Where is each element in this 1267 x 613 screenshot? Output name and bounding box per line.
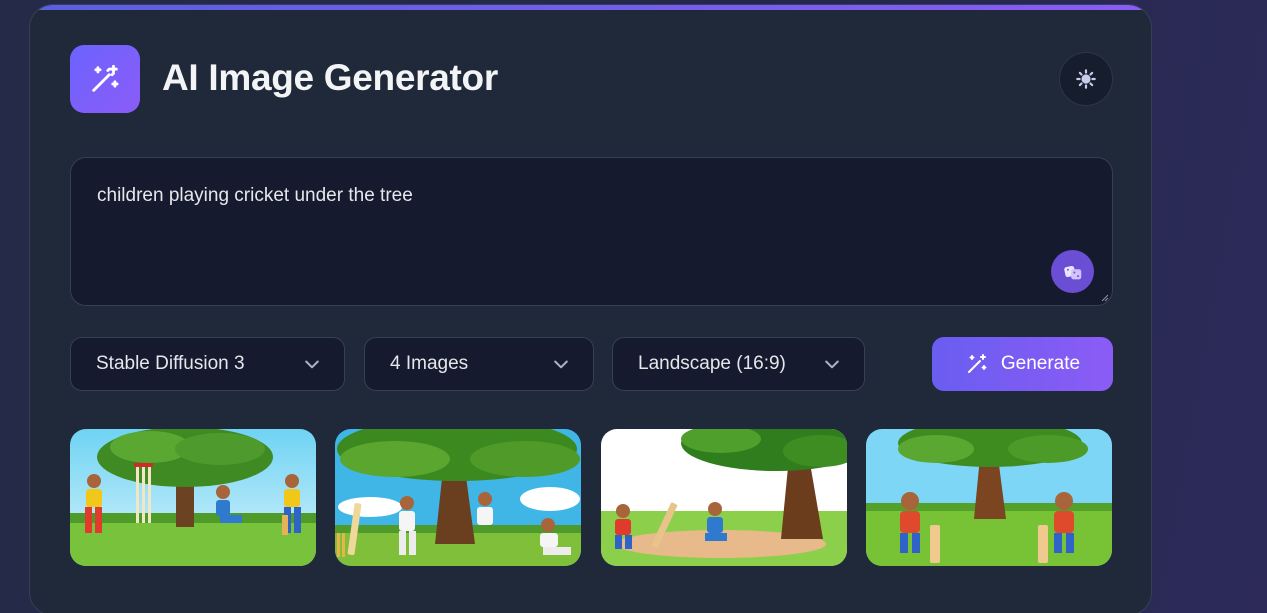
prompt-textarea[interactable]: children playing cricket under the tree — [70, 157, 1113, 306]
generated-image-4[interactable] — [866, 429, 1112, 566]
generate-button[interactable]: Generate — [932, 337, 1113, 391]
image-count-select[interactable]: 4 Images — [364, 337, 594, 391]
generated-image-1[interactable] — [70, 429, 316, 566]
theme-toggle-button[interactable] — [1059, 52, 1113, 106]
chevron-down-icon — [305, 360, 319, 369]
chevron-down-icon — [554, 360, 568, 369]
generator-card: AI Image Generator children playing cric… — [29, 4, 1152, 613]
magic-wand-icon — [967, 354, 987, 373]
aspect-ratio-select[interactable]: Landscape (16:9) — [612, 337, 865, 391]
page-title: AI Image Generator — [162, 57, 498, 98]
random-prompt-button[interactable] — [1051, 250, 1094, 293]
prompt-text[interactable]: children playing cricket under the tree — [97, 185, 413, 207]
model-select[interactable]: Stable Diffusion 3 — [70, 337, 345, 391]
sun-icon — [1076, 69, 1096, 89]
generate-label: Generate — [1000, 353, 1081, 374]
app-logo — [70, 45, 140, 113]
dice-icon — [1063, 265, 1081, 279]
generated-image-3[interactable] — [601, 429, 847, 566]
image-count-value: 4 Images — [390, 353, 469, 374]
generated-image-2[interactable] — [335, 429, 581, 566]
magic-wand-icon — [92, 64, 119, 92]
chevron-down-icon — [825, 360, 839, 369]
model-select-value: Stable Diffusion 3 — [96, 353, 245, 374]
aspect-ratio-value: Landscape (16:9) — [638, 353, 786, 374]
resize-grip-icon[interactable] — [1101, 294, 1109, 302]
